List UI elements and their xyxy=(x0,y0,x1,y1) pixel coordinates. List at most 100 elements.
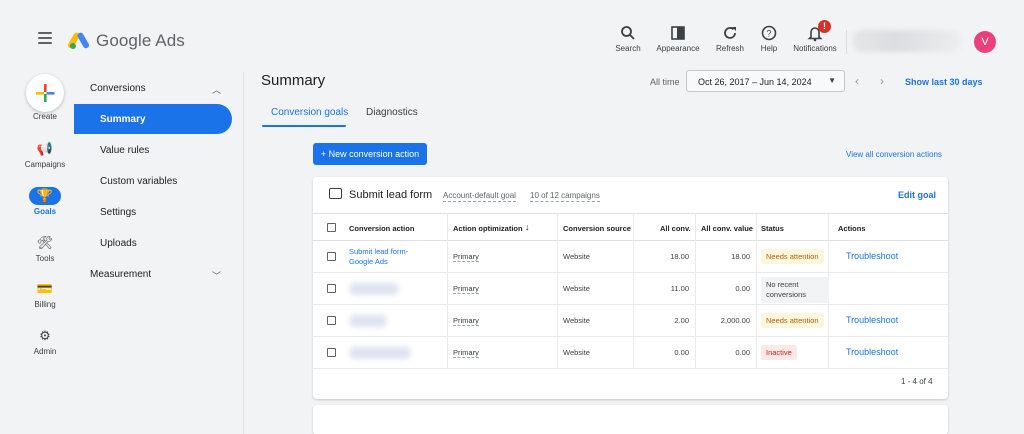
conversions-section[interactable]: Conversions xyxy=(90,83,146,94)
admin-label[interactable]: Admin xyxy=(8,347,82,356)
create-button[interactable] xyxy=(26,74,64,112)
goal-card: Submit lead form Account-default goal 10… xyxy=(313,177,948,399)
row-checkbox[interactable] xyxy=(327,316,336,325)
troubleshoot-link[interactable]: Troubleshoot xyxy=(846,347,898,357)
next-goal-card xyxy=(313,405,948,434)
help-icon: ? xyxy=(761,25,777,41)
app-name: Google Ads xyxy=(96,31,185,50)
source-value: Website xyxy=(563,284,590,293)
conversion-action-redacted[interactable] xyxy=(349,347,411,359)
optimization-value[interactable]: Primary xyxy=(453,252,479,262)
conversion-action-redacted[interactable] xyxy=(349,283,399,295)
account-default-goal-label[interactable]: Account-default goal xyxy=(443,191,516,202)
avatar[interactable]: V xyxy=(974,31,996,53)
svg-text:?: ? xyxy=(766,29,771,39)
previous-period-icon[interactable]: ‹ xyxy=(855,74,859,88)
appearance-icon xyxy=(671,26,685,40)
conv-value: 2,000.00 xyxy=(720,316,750,325)
subnav-item-value-rules[interactable]: Value rules xyxy=(100,145,149,156)
subnav-item-uploads[interactable]: Uploads xyxy=(100,238,137,249)
chevron-up-icon[interactable]: ︿ xyxy=(212,83,221,96)
date-range-picker[interactable]: Oct 26, 2017 – Jun 14, 2024 ▼ xyxy=(686,70,845,92)
account-info-redacted[interactable] xyxy=(852,30,962,52)
troubleshoot-link[interactable]: Troubleshoot xyxy=(846,315,898,325)
tab-diagnostics[interactable]: Diagnostics xyxy=(366,107,418,118)
col-all-conv-value[interactable]: All conv. value xyxy=(701,224,753,233)
active-tab-indicator xyxy=(262,125,346,127)
row-checkbox[interactable] xyxy=(327,284,336,293)
new-conversion-action-button[interactable]: + New conversion action xyxy=(313,143,427,165)
select-all-checkbox[interactable] xyxy=(327,223,336,232)
col-status[interactable]: Status xyxy=(761,224,784,233)
pagination-text: 1 - 4 of 4 xyxy=(901,377,933,386)
create-plus-icon xyxy=(36,84,55,102)
all-conv-value: 11.00 xyxy=(670,284,689,293)
table-row: Primary Website 2.00 2,000.00 Needs atte… xyxy=(313,305,948,337)
view-all-conversion-actions-link[interactable]: View all conversion actions xyxy=(846,150,942,159)
edit-goal-button[interactable]: Edit goal xyxy=(898,190,936,200)
conv-value: 18.00 xyxy=(731,252,750,261)
source-value: Website xyxy=(563,316,590,325)
status-badge: Needs attention xyxy=(761,313,824,328)
notifications-label: Notifications xyxy=(793,44,837,53)
menu-icon[interactable] xyxy=(38,32,52,44)
refresh-icon xyxy=(724,27,736,39)
troubleshoot-link[interactable]: Troubleshoot xyxy=(846,251,898,261)
conversions-subnav: Conversions ︿ Summary Value rules Custom… xyxy=(74,72,244,434)
table-row: Submit lead form-Google Ads Primary Webs… xyxy=(313,241,948,273)
chevron-down-icon[interactable]: ﹀ xyxy=(212,269,221,282)
subnav-item-label: Summary xyxy=(100,114,146,125)
col-actions: Actions xyxy=(838,224,866,233)
all-conv-value: 18.00 xyxy=(670,252,689,261)
goal-title: Submit lead form xyxy=(349,189,433,201)
source-value: Website xyxy=(563,348,590,357)
billing-label[interactable]: Billing xyxy=(8,300,82,309)
table-row: Primary Website 0.00 0.00 Inactive Troub… xyxy=(313,337,948,369)
appearance-button[interactable]: Appearance xyxy=(648,24,708,53)
sort-arrow-down-icon[interactable]: ↓ xyxy=(525,222,530,232)
source-value: Website xyxy=(563,252,590,261)
table-header: Conversion action Action optimization ↓ … xyxy=(313,213,948,241)
lead-form-icon xyxy=(329,188,342,199)
page-title: Summary xyxy=(261,72,326,89)
tab-conversion-goals[interactable]: Conversion goals xyxy=(271,107,348,118)
show-last-30-days-link[interactable]: Show last 30 days xyxy=(905,77,983,87)
date-range-value: Oct 26, 2017 – Jun 14, 2024 xyxy=(698,77,812,87)
campaigns-label[interactable]: Campaigns xyxy=(8,160,82,169)
campaigns-count-label[interactable]: 10 of 12 campaigns xyxy=(530,191,600,202)
all-conv-value: 2.00 xyxy=(674,316,689,325)
conversion-action-redacted[interactable] xyxy=(349,315,387,327)
tools-icon[interactable]: 🛠 xyxy=(29,234,61,252)
col-conversion-action[interactable]: Conversion action xyxy=(349,224,414,233)
col-action-optimization[interactable]: Action optimization xyxy=(453,224,523,233)
megaphone-icon[interactable]: 📢 xyxy=(29,140,61,158)
gear-icon[interactable]: ⚙ xyxy=(29,327,61,345)
table-row: Primary Website 11.00 0.00 No recent con… xyxy=(313,273,948,305)
goals-label[interactable]: Goals xyxy=(8,207,82,216)
measurement-section[interactable]: Measurement xyxy=(90,269,151,280)
optimization-value[interactable]: Primary xyxy=(453,348,479,358)
trophy-icon[interactable]: 🏆 xyxy=(29,187,61,205)
next-period-icon[interactable]: › xyxy=(880,74,884,88)
optimization-value[interactable]: Primary xyxy=(453,284,479,294)
status-badge: Needs attention xyxy=(761,249,824,264)
subnav-item-custom-variables[interactable]: Custom variables xyxy=(100,176,177,187)
notifications-button[interactable]: ! Notifications xyxy=(785,20,845,53)
conv-value: 0.00 xyxy=(735,284,750,293)
col-conversion-source[interactable]: Conversion source xyxy=(563,224,631,233)
optimization-value[interactable]: Primary xyxy=(453,316,479,326)
subnav-item-settings[interactable]: Settings xyxy=(100,207,136,218)
dropdown-caret-icon: ▼ xyxy=(828,76,836,85)
google-ads-logo-icon xyxy=(68,32,89,49)
row-checkbox[interactable] xyxy=(327,252,336,261)
tools-label[interactable]: Tools xyxy=(8,254,82,263)
credit-card-icon[interactable]: 💳 xyxy=(29,280,61,298)
all-conv-value: 0.00 xyxy=(674,348,689,357)
appearance-label: Appearance xyxy=(656,44,700,53)
row-checkbox[interactable] xyxy=(327,348,336,357)
conversion-action-link[interactable]: Submit lead form-Google Ads xyxy=(349,247,429,267)
create-label: Create xyxy=(32,112,57,121)
col-all-conv[interactable]: All conv. xyxy=(660,224,691,233)
conv-value: 0.00 xyxy=(735,348,750,357)
subnav-item-summary[interactable]: Summary xyxy=(74,104,232,134)
